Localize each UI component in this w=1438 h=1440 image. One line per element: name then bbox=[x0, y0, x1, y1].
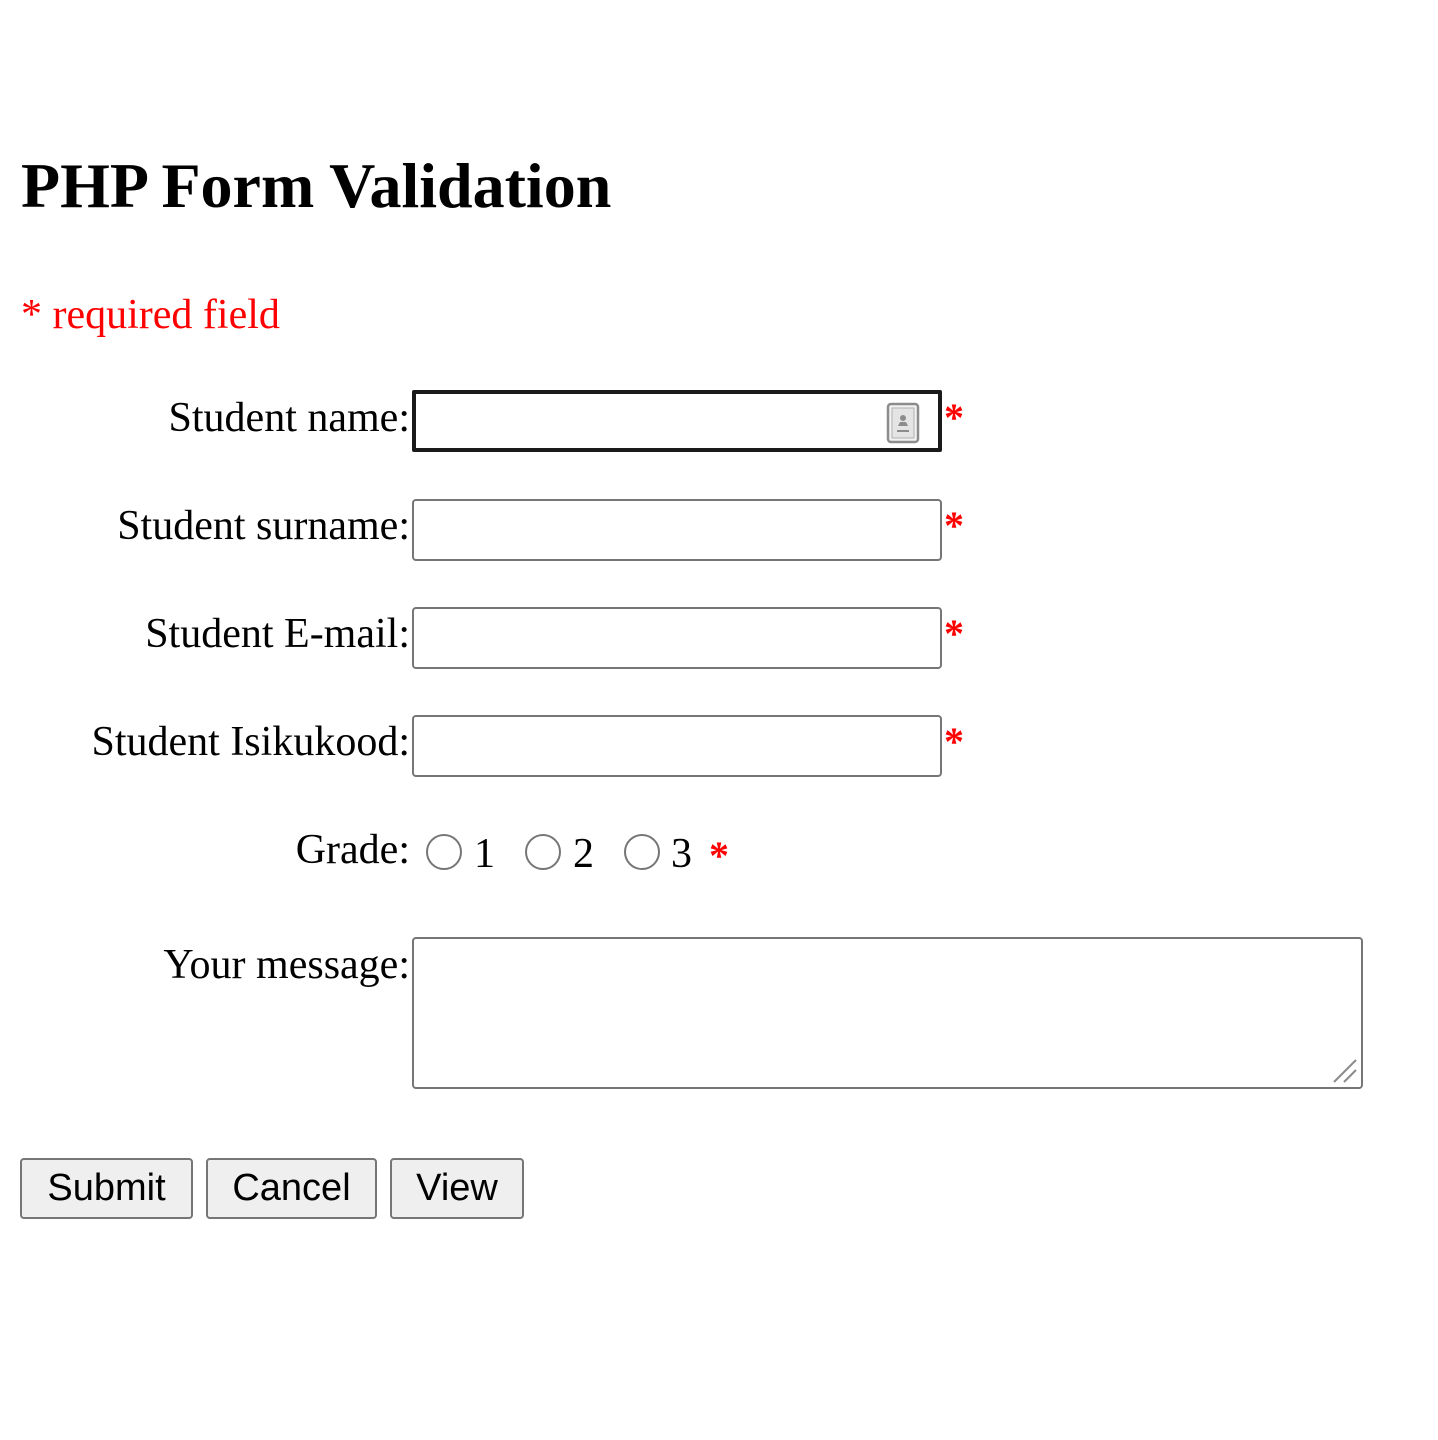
contact-card-icon[interactable] bbox=[886, 402, 920, 444]
cancel-button[interactable]: Cancel bbox=[206, 1158, 377, 1219]
grade-label: Grade: bbox=[295, 827, 410, 873]
student-email-label: Student E-mail: bbox=[145, 611, 410, 657]
student-surname-label: Student surname: bbox=[117, 503, 410, 549]
required-star: * bbox=[709, 833, 729, 878]
grade-radio-1[interactable] bbox=[426, 834, 462, 870]
required-star: * bbox=[944, 503, 964, 548]
page-title: PHP Form Validation bbox=[21, 150, 612, 221]
grade-radio-3[interactable] bbox=[624, 834, 660, 870]
message-textarea[interactable] bbox=[412, 937, 1363, 1089]
view-button[interactable]: View bbox=[390, 1158, 524, 1219]
required-star: * bbox=[944, 611, 964, 656]
required-field-note: * required field bbox=[21, 292, 280, 338]
grade-radio-2[interactable] bbox=[525, 834, 561, 870]
student-name-input[interactable] bbox=[412, 390, 942, 452]
grade-option-label: 3 bbox=[671, 831, 692, 877]
grade-option-label: 1 bbox=[474, 831, 495, 877]
student-email-input[interactable] bbox=[412, 607, 942, 669]
student-surname-input[interactable] bbox=[412, 499, 942, 561]
submit-button[interactable]: Submit bbox=[20, 1158, 193, 1219]
student-name-label: Student name: bbox=[168, 395, 410, 441]
resize-grip-icon[interactable] bbox=[1330, 1056, 1358, 1084]
required-star: * bbox=[944, 719, 964, 764]
student-isikukood-input[interactable] bbox=[412, 715, 942, 777]
grade-option-label: 2 bbox=[573, 831, 594, 877]
message-label: Your message: bbox=[163, 942, 410, 988]
required-star: * bbox=[944, 395, 964, 440]
student-isikukood-label: Student Isikukood: bbox=[91, 719, 410, 765]
